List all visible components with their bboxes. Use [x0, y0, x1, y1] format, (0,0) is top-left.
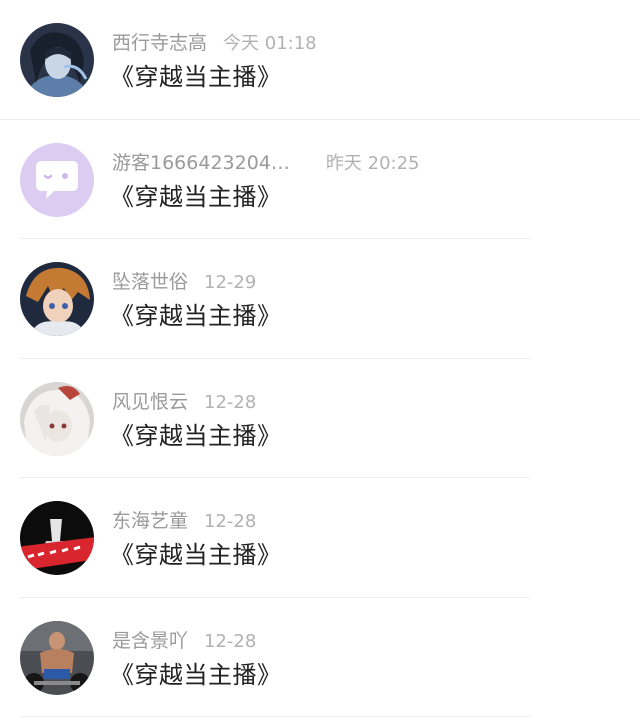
comment-item[interactable]: 风见恨云 12-28 《穿越当主播》 — [0, 359, 640, 478]
username[interactable]: 坠落世俗 — [112, 271, 188, 293]
comment-time: 今天 01:18 — [223, 33, 317, 54]
username[interactable]: 游客1666423204… — [112, 152, 290, 174]
comment-text: 《穿越当主播》 — [110, 182, 282, 211]
comment-time: 12-28 — [204, 391, 257, 413]
comment-text: 《穿越当主播》 — [110, 421, 282, 450]
username[interactable]: 西行寺志高 — [112, 32, 207, 54]
default-chat-avatar-icon — [20, 142, 94, 217]
comment-text: 《穿越当主播》 — [110, 302, 282, 330]
comment-item[interactable]: 东海艺童 12-28 《穿越当主播》 — [0, 478, 640, 598]
divider — [20, 716, 530, 717]
comment-list: 西行寺志高 今天 01:18 《穿越当主播》 游客1666423204… 昨天 20… — [0, 0, 640, 717]
comment-meta: 是含景吖 12-28 — [112, 628, 256, 654]
avatar[interactable] — [20, 381, 94, 456]
username[interactable]: 风见恨云 — [112, 391, 188, 413]
comment-item[interactable]: 坠落世俗 12-29 《穿越当主播》 — [0, 239, 640, 359]
username[interactable]: 是含景吖 — [112, 630, 188, 652]
anime-avatar-icon — [20, 262, 94, 336]
comment-time: 12-28 — [204, 630, 257, 652]
comment-item[interactable]: 是含景吖 12-28 《穿越当主播》 — [0, 598, 640, 717]
comment-meta: 游客1666423204… 昨天 20:25 — [112, 150, 420, 176]
username[interactable]: 东海艺童 — [112, 510, 188, 532]
comment-text: 《穿越当主播》 — [110, 63, 282, 91]
comment-meta: 东海艺童 12-28 — [112, 508, 256, 534]
avatar[interactable] — [20, 23, 94, 97]
comment-item[interactable]: 游客1666423204… 昨天 20:25 《穿越当主播》 — [0, 120, 640, 239]
comment-text: 《穿越当主播》 — [110, 541, 282, 569]
comment-time: 12-28 — [204, 511, 257, 532]
comment-meta: 坠落世俗 12-29 — [112, 269, 256, 295]
photo-avatar-icon — [20, 501, 94, 575]
avatar[interactable] — [20, 620, 94, 695]
anime-avatar-icon — [20, 23, 94, 97]
comment-time: 12-29 — [204, 272, 257, 293]
avatar[interactable] — [20, 262, 94, 336]
comment-meta: 西行寺志高 今天 01:18 — [112, 30, 317, 56]
anime-avatar-icon — [20, 381, 94, 456]
photo-avatar-icon — [20, 620, 94, 695]
comment-text: 《穿越当主播》 — [110, 660, 282, 689]
comment-meta: 风见恨云 12-28 — [112, 389, 256, 415]
comment-time: 昨天 20:25 — [325, 152, 420, 174]
avatar[interactable] — [20, 501, 94, 575]
comment-item[interactable]: 西行寺志高 今天 01:18 《穿越当主播》 — [0, 0, 640, 120]
avatar[interactable] — [20, 142, 94, 217]
